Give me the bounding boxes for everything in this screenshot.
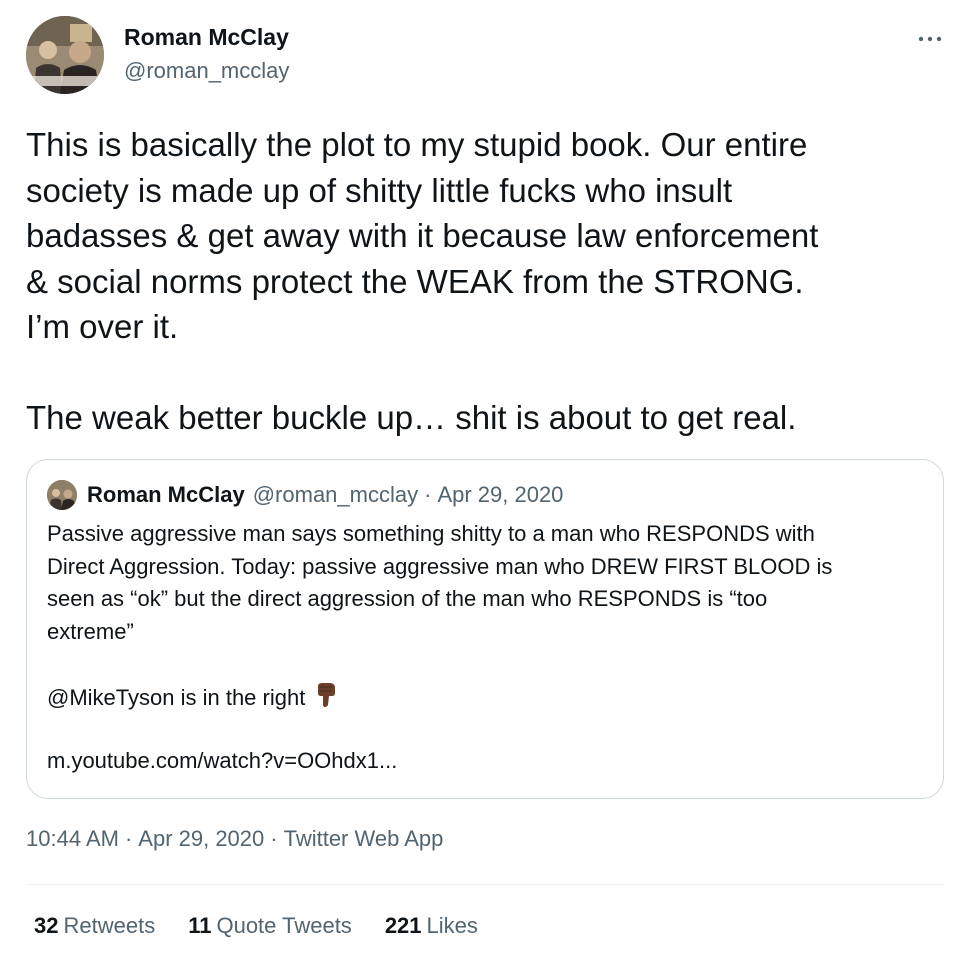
quoted-author-handle: @roman_mcclay — [252, 482, 419, 507]
tweet-metadata: 10:44 AM · Apr 29, 2020 · Twitter Web App — [26, 826, 443, 852]
tweet: Roman McClay @roman_mcclay This is basic… — [0, 0, 980, 970]
retweets-label: Retweets — [63, 913, 156, 938]
quoted-mention-text: @MikeTyson is in the right — [47, 685, 306, 710]
tweet-stats: 32 Retweets 11 Quote Tweets 221 Likes — [34, 913, 511, 939]
quoted-separator: · — [424, 482, 432, 507]
tweet-source[interactable]: Twitter Web App — [284, 826, 444, 851]
stats-divider — [26, 884, 944, 885]
more-horizontal-icon — [918, 29, 942, 47]
quoted-date: Apr 29, 2020 — [437, 482, 564, 507]
quoted-tweet-card[interactable]: Roman McClay @roman_mcclay · Apr 29, 202… — [26, 459, 944, 799]
quoted-author-name: Roman McClay — [87, 482, 245, 507]
author-handle[interactable]: @roman_mcclay — [124, 58, 289, 84]
quote-tweets-label: Quote Tweets — [216, 913, 352, 938]
quoted-mention-line: @MikeTyson is in the right — [47, 682, 337, 714]
likes-stat[interactable]: 221 Likes — [385, 913, 478, 939]
quoted-link[interactable]: m.youtube.com/watch?v=OOhdx1... — [47, 748, 397, 774]
backhand-index-pointing-down-icon — [315, 682, 337, 714]
author-name[interactable]: Roman McClay — [124, 24, 289, 51]
author-avatar[interactable] — [26, 16, 104, 94]
likes-label: Likes — [426, 913, 478, 938]
quote-tweets-count: 11 — [188, 913, 212, 938]
tweet-date[interactable]: Apr 29, 2020 — [138, 826, 264, 851]
quoted-author-avatar — [47, 480, 77, 510]
likes-count: 221 — [384, 913, 422, 938]
meta-separator-2: · — [270, 826, 278, 851]
quoted-tweet-text: Passive aggressive man says something sh… — [47, 521, 833, 644]
meta-separator-1: · — [124, 826, 133, 851]
retweets-count: 32 — [34, 913, 59, 938]
quoted-tweet-header: Roman McClay @roman_mcclay · Apr 29, 202… — [47, 480, 563, 510]
quote-tweets-stat[interactable]: 11 Quote Tweets — [188, 913, 352, 939]
tweet-time[interactable]: 10:44 AM — [26, 826, 119, 851]
tweet-text: This is basically the plot to my stupid … — [26, 126, 819, 436]
more-options-button[interactable] — [912, 26, 948, 50]
retweets-stat[interactable]: 32 Retweets — [34, 913, 155, 939]
